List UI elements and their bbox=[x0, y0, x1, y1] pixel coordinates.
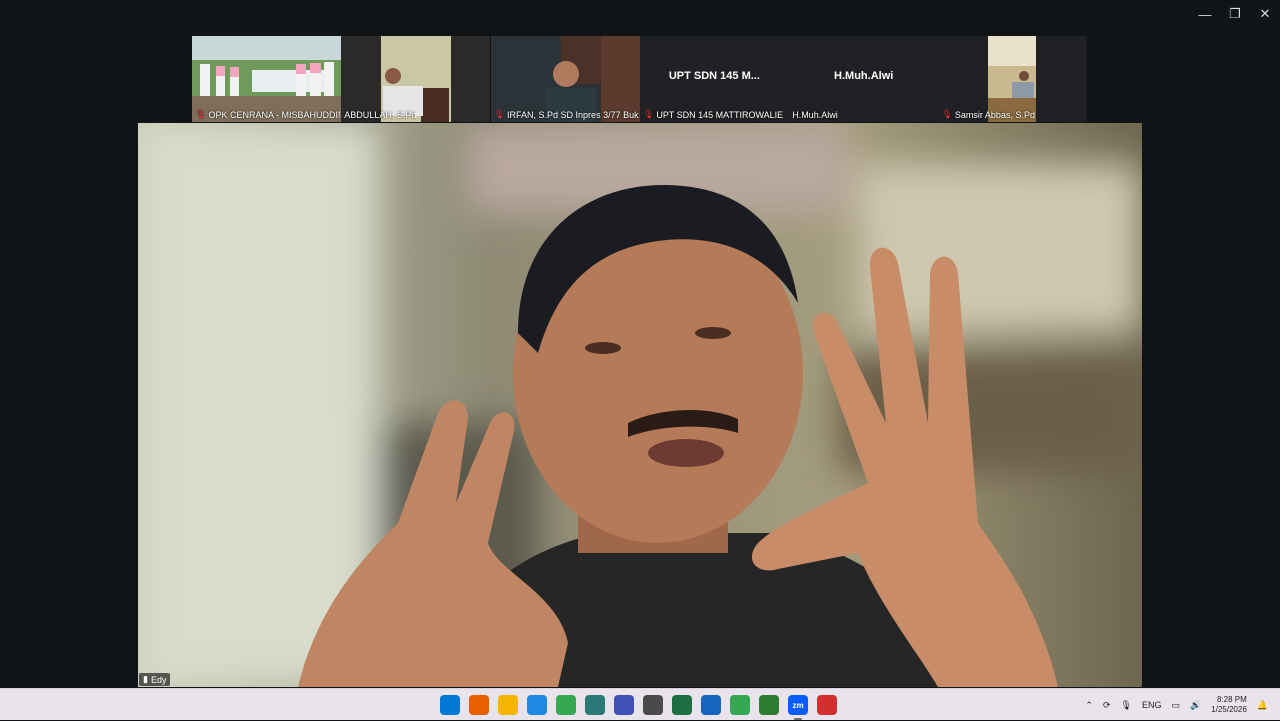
network-icon[interactable] bbox=[614, 695, 634, 715]
notification-bell-icon[interactable]: 🔔 bbox=[1257, 700, 1268, 711]
speaker-video-frame bbox=[138, 123, 1142, 687]
system-tray: ⌃ ⟳ 🎙 ENG ▭ 🔊 8:28 PM 1/25/2026 🔔 bbox=[1085, 689, 1268, 721]
network-icon[interactable]: ▭ bbox=[1171, 700, 1180, 711]
participant-name: 🎙 Samsir Abbas, S.Pd bbox=[941, 109, 1035, 120]
participant-tile[interactable]: 🎙 OPK CENRANA - MISBAHUDDIN bbox=[192, 36, 341, 122]
participant-name: H.Muh.Alwi bbox=[792, 110, 838, 120]
firefox-icon[interactable] bbox=[469, 695, 489, 715]
restore-button[interactable]: ❐ bbox=[1220, 0, 1250, 28]
notepad-icon[interactable] bbox=[527, 695, 547, 715]
participant-name: 🎙 IRFAN, S.Pd SD Inpres 3/77 Buka... bbox=[493, 109, 639, 120]
globe-icon[interactable] bbox=[759, 695, 779, 715]
clock-date: 1/25/2026 bbox=[1211, 705, 1247, 714]
zoom-window: — ❐ ✕ 🎙 OPK CENRANA - MISBAHUDDIN ABDULL… bbox=[0, 0, 1280, 688]
mic-muted-icon: 🎙 bbox=[195, 109, 207, 119]
record-icon[interactable] bbox=[817, 695, 837, 715]
participant-name: ABDULLAH, S.Pd bbox=[344, 110, 417, 120]
windows-start-icon[interactable] bbox=[440, 695, 460, 715]
calculator-icon[interactable] bbox=[643, 695, 663, 715]
excel-icon[interactable] bbox=[672, 695, 692, 715]
minimize-button[interactable]: — bbox=[1190, 0, 1220, 28]
sync-icon[interactable]: ⟳ bbox=[1103, 700, 1111, 711]
active-speaker-label: ▮ Edy bbox=[139, 673, 171, 686]
file-explorer-icon[interactable] bbox=[498, 695, 518, 715]
participant-display-name: UPT SDN 145 M... bbox=[668, 70, 760, 82]
active-speaker-video[interactable] bbox=[138, 123, 1142, 687]
signal-bars-icon: ▮ bbox=[143, 674, 148, 684]
participant-strip: 🎙 OPK CENRANA - MISBAHUDDIN ABDULLAH, S.P… bbox=[192, 36, 1088, 122]
edge-icon[interactable] bbox=[585, 695, 605, 715]
window-controls: — ❐ ✕ bbox=[1190, 0, 1280, 28]
participant-name: 🎙 OPK CENRANA - MISBAHUDDIN bbox=[195, 109, 340, 120]
microphone-icon[interactable]: 🎙 bbox=[1121, 700, 1132, 711]
chevron-up-icon[interactable]: ⌃ bbox=[1085, 700, 1093, 711]
mic-muted-icon: 🎙 bbox=[941, 109, 953, 119]
browser-icon[interactable] bbox=[701, 695, 721, 715]
mic-muted-icon: 🎙 bbox=[493, 109, 506, 119]
participant-tile[interactable]: UPT SDN 145 M... 🎙 UPT SDN 145 MATTIROWAL… bbox=[639, 36, 789, 122]
zoom-icon-label: zm bbox=[792, 700, 804, 710]
chrome-icon[interactable] bbox=[556, 695, 576, 715]
zoom-icon[interactable]: zm bbox=[788, 695, 808, 720]
participant-tile[interactable]: 🎙 IRFAN, S.Pd SD Inpres 3/77 Buka... bbox=[490, 36, 640, 122]
clock-time: 8:28 PM bbox=[1216, 695, 1247, 704]
chrome-profile-icon[interactable] bbox=[730, 695, 750, 715]
language-indicator[interactable]: ENG bbox=[1142, 700, 1162, 710]
volume-icon[interactable]: 🔊 bbox=[1190, 700, 1201, 711]
participant-name: 🎙 UPT SDN 145 MATTIROWALIE bbox=[642, 109, 784, 120]
participant-display-name: H.Muh.Alwi bbox=[834, 70, 894, 82]
mic-muted-icon: 🎙 bbox=[642, 109, 655, 119]
participant-tile[interactable]: H.Muh.Alwi H.Muh.Alwi bbox=[789, 36, 939, 122]
clock[interactable]: 8:28 PM 1/25/2026 bbox=[1211, 695, 1247, 715]
participant-tile[interactable]: 🎙 Samsir Abbas, S.Pd bbox=[938, 36, 1088, 122]
participant-tile[interactable]: ABDULLAH, S.Pd bbox=[341, 36, 491, 122]
windows-taskbar: zm ⌃ ⟳ 🎙 ENG ▭ 🔊 8:28 PM 1/25/2026 🔔 bbox=[0, 688, 1280, 720]
close-button[interactable]: ✕ bbox=[1250, 0, 1280, 28]
taskbar-apps: zm bbox=[440, 695, 837, 720]
